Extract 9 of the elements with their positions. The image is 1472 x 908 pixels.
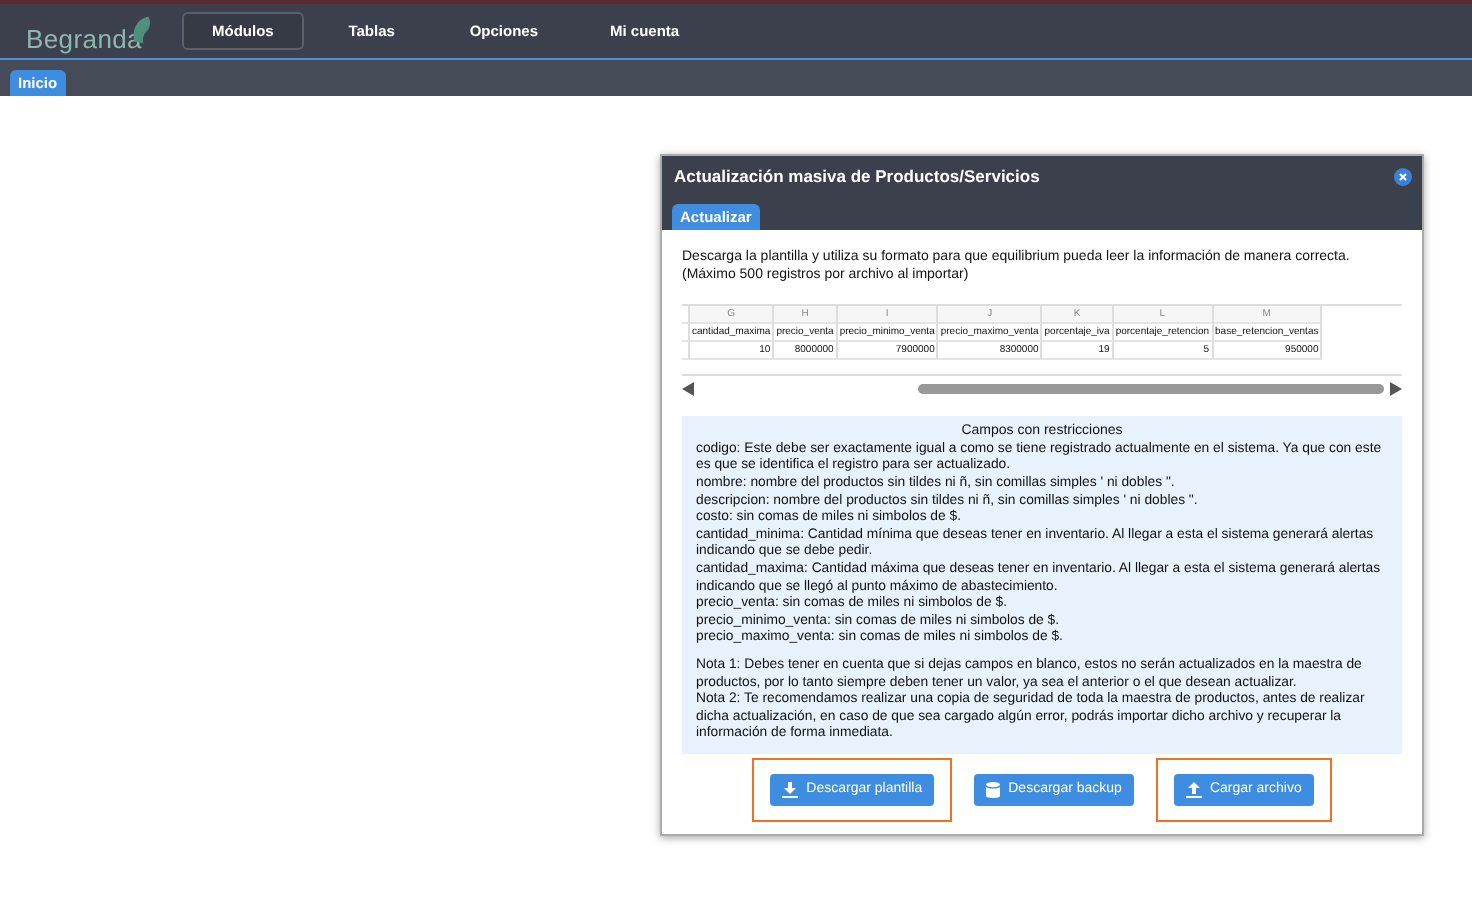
scroll-left-icon[interactable]: [682, 382, 694, 397]
scroll-right-icon[interactable]: [1390, 382, 1402, 397]
upload-icon: [1185, 781, 1202, 798]
database-icon: [986, 781, 1001, 798]
close-icon[interactable]: [1394, 167, 1412, 185]
dialog-title: Actualización masiva de Productos/Servicios: [674, 166, 1040, 186]
download-icon: [782, 781, 799, 798]
scrollbar-thumb[interactable]: [918, 384, 1384, 395]
logo-text: Begranda: [26, 23, 142, 53]
